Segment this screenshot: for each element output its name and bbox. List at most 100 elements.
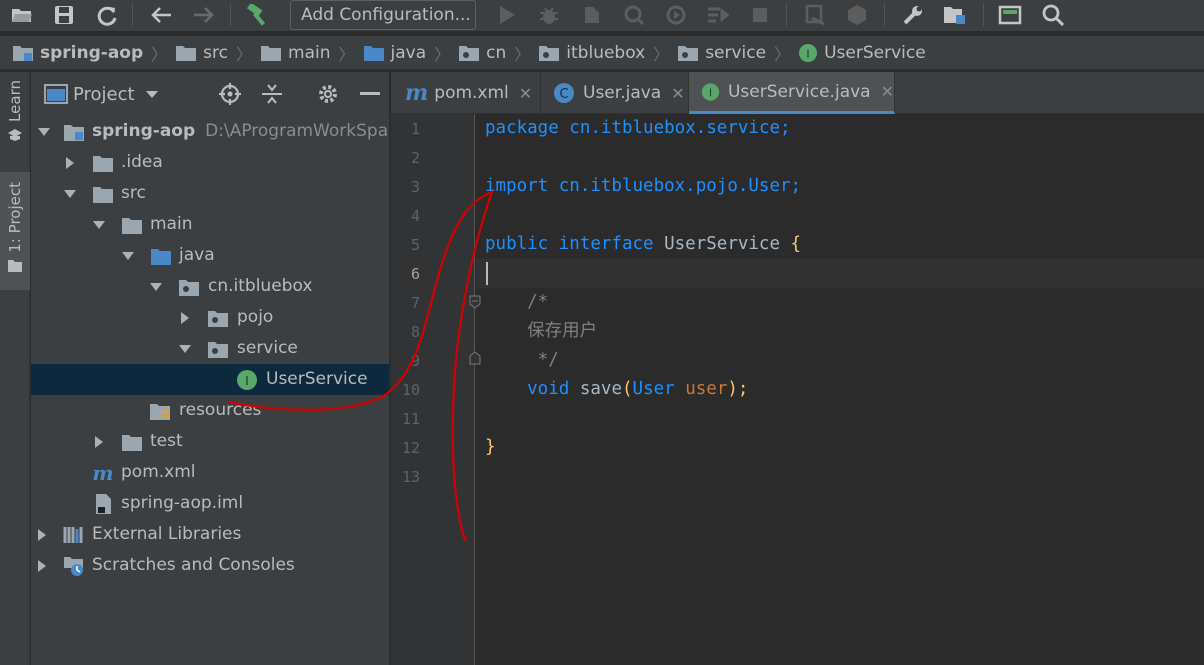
hide-minus-icon[interactable]	[357, 82, 383, 106]
expanded-arrow-icon[interactable]	[92, 218, 106, 232]
tree-node-cn-itbluebox[interactable]: cn.itbluebox	[31, 271, 389, 302]
tab-pom-xml[interactable]: m pom.xml ✕	[391, 72, 541, 114]
package-icon	[208, 342, 228, 358]
tree-node-external-libraries[interactable]: External Libraries	[31, 519, 389, 550]
project-tool-tab[interactable]: 1: Project	[0, 172, 30, 290]
open-folder-icon[interactable]	[10, 4, 34, 26]
crumb-itbluebox[interactable]: itbluebox	[538, 43, 645, 63]
collapse-all-icon[interactable]	[259, 82, 285, 106]
line-number-gutter[interactable]: 1 2 3 4 5 6 7 8 9 10 11 12 13	[391, 114, 481, 665]
crumb-label: itbluebox	[566, 42, 646, 63]
crumb-cn[interactable]: cn	[458, 43, 506, 63]
package-icon	[208, 311, 228, 327]
locate-crosshair-icon[interactable]	[217, 82, 243, 106]
collapsed-arrow-icon[interactable]	[35, 528, 49, 542]
learn-tool-tab[interactable]: Learn	[0, 80, 30, 162]
collapsed-arrow-icon[interactable]	[35, 559, 49, 573]
build-hammer-icon[interactable]	[246, 4, 270, 26]
crumb-main[interactable]: main	[260, 43, 331, 63]
crumb-project[interactable]: spring-aop	[12, 43, 143, 63]
fold-start-icon[interactable]	[469, 295, 481, 309]
keyword-package: package	[485, 118, 559, 138]
scratches-icon	[64, 557, 83, 576]
expanded-arrow-icon[interactable]	[149, 280, 163, 294]
project-structure-icon[interactable]	[943, 4, 967, 26]
tree-label: spring-aop.iml	[121, 493, 244, 513]
coverage-icon[interactable]	[580, 4, 604, 26]
project-view-dropdown[interactable]: Project	[73, 84, 135, 105]
tree-node-idea[interactable]: .idea	[31, 147, 389, 178]
presentation-mode-icon[interactable]	[998, 4, 1022, 26]
interface-icon: I	[701, 82, 720, 101]
maven-icon: m	[92, 462, 113, 484]
forward-arrow-icon[interactable]	[192, 4, 216, 26]
line-number: 11	[401, 410, 420, 428]
open-brace: {	[780, 234, 802, 254]
iml-file-icon	[96, 494, 111, 514]
crumb-userservice[interactable]: I UserService	[798, 43, 926, 63]
tree-node-pojo[interactable]: pojo	[31, 302, 389, 333]
collapsed-arrow-icon[interactable]	[63, 156, 77, 170]
fold-end-icon[interactable]	[469, 351, 481, 365]
tree-node-service[interactable]: service	[31, 333, 389, 364]
line-number: 9	[410, 352, 420, 370]
tab-userservice-java[interactable]: I UserService.java ✕	[689, 72, 895, 114]
collapsed-arrow-icon[interactable]	[92, 435, 106, 449]
tree-node-userservice[interactable]: I UserService	[31, 364, 389, 395]
class-icon: C	[554, 83, 574, 103]
run-configuration-selector[interactable]: Add Configuration...	[290, 0, 476, 30]
sync-icon[interactable]	[95, 4, 119, 26]
close-icon[interactable]: ✕	[519, 84, 532, 103]
left-tool-strip: Learn 1: Project	[0, 72, 30, 665]
attach-debugger-icon[interactable]	[803, 4, 827, 26]
resources-folder-icon	[150, 404, 170, 420]
crumb-src[interactable]: src	[175, 43, 228, 63]
tree-node-java[interactable]: java	[31, 240, 389, 271]
step-icon[interactable]	[706, 4, 730, 26]
tree-node-src[interactable]: src	[31, 178, 389, 209]
module-folder-icon	[13, 45, 33, 61]
code-editor[interactable]: 1 2 3 4 5 6 7 8 9 10 11 12 13 package cn…	[391, 114, 1204, 665]
stop-icon[interactable]	[748, 4, 772, 26]
crumb-java[interactable]: java	[363, 43, 426, 63]
tree-node-iml[interactable]: spring-aop.iml	[31, 488, 389, 519]
package-icon	[678, 45, 699, 61]
method-name: save	[569, 379, 622, 399]
chevron-down-icon[interactable]	[145, 90, 159, 100]
tab-label: UserService.java	[727, 81, 871, 102]
tree-node-spring-aop[interactable]: spring-aop D:\AProgramWorkSpace	[31, 116, 389, 147]
line-number: 5	[410, 236, 420, 254]
gear-icon[interactable]	[315, 82, 341, 106]
back-arrow-icon[interactable]	[149, 4, 173, 26]
interface-icon: I	[237, 370, 257, 390]
tree-node-resources[interactable]: resources	[31, 395, 389, 426]
expanded-arrow-icon[interactable]	[63, 187, 77, 201]
expanded-arrow-icon[interactable]	[121, 249, 135, 263]
package-icon	[179, 280, 199, 296]
tab-user-java[interactable]: C User.java ✕	[541, 72, 689, 114]
run-icon[interactable]	[495, 4, 519, 26]
collapsed-arrow-icon[interactable]	[178, 311, 192, 325]
comment-text: 保存用户	[485, 321, 598, 341]
tree-node-scratches[interactable]: Scratches and Consoles	[31, 550, 389, 581]
close-icon[interactable]: ✕	[671, 84, 684, 103]
expanded-arrow-icon[interactable]	[37, 125, 51, 139]
project-tab-label: 1: Project	[6, 182, 24, 253]
close-icon[interactable]: ✕	[881, 82, 894, 101]
code-line-7: /*	[485, 288, 548, 317]
save-icon[interactable]	[52, 4, 76, 26]
project-folder-icon	[8, 259, 22, 272]
line-number: 13	[401, 468, 420, 486]
tree-node-test[interactable]: test	[31, 426, 389, 457]
param-name: user	[674, 379, 728, 399]
expanded-arrow-icon[interactable]	[178, 342, 192, 356]
search-icon[interactable]	[1041, 4, 1065, 26]
profile-icon[interactable]	[622, 4, 646, 26]
deploy-icon[interactable]	[845, 4, 869, 26]
tree-node-main[interactable]: main	[31, 209, 389, 240]
tree-node-pom-xml[interactable]: m pom.xml	[31, 457, 389, 488]
run-with-icon[interactable]	[664, 4, 688, 26]
settings-wrench-icon[interactable]	[901, 4, 925, 26]
debug-icon[interactable]	[537, 4, 561, 26]
crumb-service[interactable]: service	[677, 43, 766, 63]
